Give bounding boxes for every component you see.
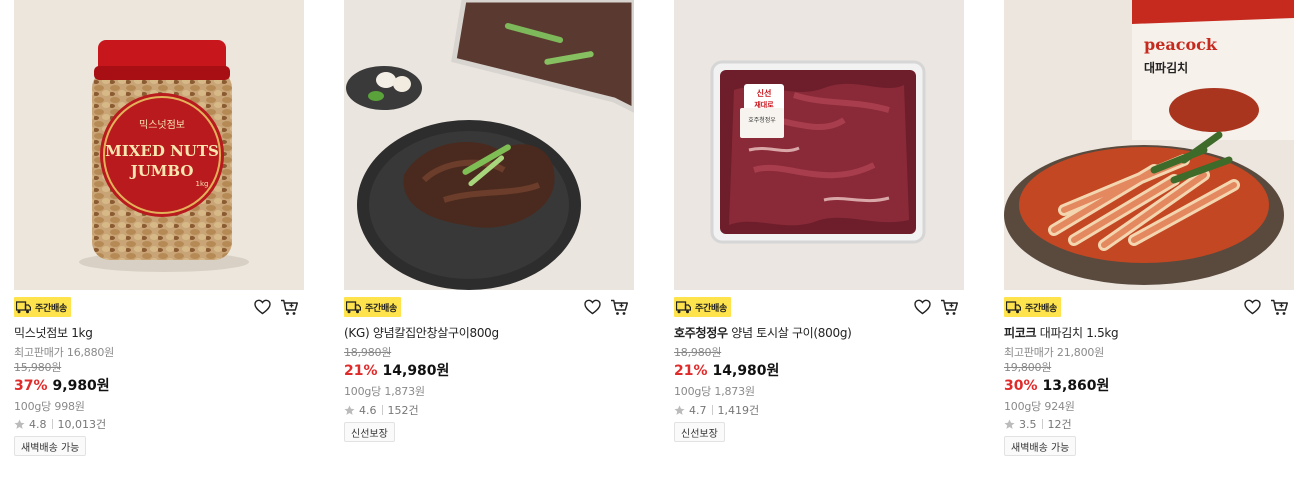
product-name[interactable]: 믹스넛점보 1kg [14, 324, 93, 341]
delivery-truck-icon [346, 300, 361, 313]
original-price: 18,980원 [344, 346, 392, 359]
cart-icon[interactable] [1270, 299, 1289, 316]
image-label: 1kg [196, 180, 209, 188]
price-value: 13,860원 [1042, 378, 1110, 394]
best-price-label: 최고판매가 21,800원 [1004, 346, 1105, 359]
image-label: 재대로 [754, 100, 774, 109]
sale-price: 37% 9,980원 [14, 375, 110, 395]
heart-icon[interactable] [254, 299, 271, 315]
service-tag: 신선보장 [344, 422, 395, 442]
price-value: 14,980원 [712, 363, 780, 379]
star-icon [674, 405, 685, 415]
discount-rate: 21% [674, 363, 708, 379]
heart-icon[interactable] [1244, 299, 1261, 315]
delivery-badge: 주간배송 [14, 297, 71, 317]
product-image[interactable]: 신선 재대로 호주청정우 [674, 0, 964, 290]
star-icon [344, 405, 355, 415]
product-name[interactable]: 호주청정우 양념 토시살 구이(800g) [674, 324, 852, 341]
review-count: 152건 [387, 404, 419, 417]
review-count: 10,013건 [57, 418, 107, 431]
delivery-badge: 주간배송 [1004, 297, 1061, 317]
sale-price: 21% 14,980원 [344, 360, 449, 380]
product-card[interactable]: 주간배송 (KG) 양념칼집안창살구이800g 18,980원 21% 14,98… [344, 0, 634, 442]
service-tag: 새벽배송 가능 [1004, 436, 1077, 456]
product-brand: 피코크 [1004, 326, 1037, 340]
service-tag: 신선보장 [674, 422, 725, 442]
price-value: 14,980원 [382, 363, 450, 379]
delivery-badge: 주간배송 [674, 297, 731, 317]
product-image[interactable]: peacock 대파김치 [1004, 0, 1294, 290]
delivery-truck-icon [16, 300, 31, 313]
badge-label: 주간배송 [1025, 303, 1057, 314]
heart-icon[interactable] [584, 299, 601, 315]
star-icon [1004, 419, 1015, 429]
image-label: 믹스넛점보 [139, 119, 185, 131]
product-name[interactable]: 피코크 대파김치 1.5kg [1004, 324, 1119, 341]
service-tag: 새벽배송 가능 [14, 436, 87, 456]
original-price: 18,980원 [674, 346, 722, 359]
image-label: peacock [1144, 35, 1218, 54]
product-card[interactable]: 믹스넛점보 MIXED NUTS JUMBO 1kg 주간배송 믹스넛점보 1k… [14, 0, 304, 456]
rating-value: 4.6 [359, 403, 377, 417]
badge-label: 주간배송 [35, 303, 67, 314]
sale-price: 30% 13,860원 [1004, 375, 1109, 395]
product-card[interactable]: 신선 재대로 호주청정우 주간배송 호주청정우 양념 토시살 구이(800g) … [674, 0, 964, 442]
image-label: MIXED NUTS [105, 142, 219, 160]
badge-label: 주간배송 [365, 303, 397, 314]
best-price-label: 최고판매가 16,880원 [14, 346, 115, 359]
rating[interactable]: 4.6 152건 [344, 402, 419, 418]
unit-price: 100g당 998원 [14, 400, 85, 413]
delivery-badge: 주간배송 [344, 297, 401, 317]
product-name[interactable]: (KG) 양념칼집안창살구이800g [344, 324, 499, 341]
original-price: 15,980원 [14, 361, 62, 374]
image-label: 신선 [757, 88, 772, 98]
product-card[interactable]: peacock 대파김치 주간배송 피코크 대파김치 1.5kg 최고판매가 2… [1004, 0, 1294, 456]
image-label: JUMBO [129, 162, 194, 180]
cart-icon[interactable] [940, 299, 959, 316]
rating-value: 4.8 [29, 417, 47, 431]
rating-value: 4.7 [689, 403, 707, 417]
image-label: 호주청정우 [748, 117, 776, 124]
product-image[interactable] [344, 0, 634, 290]
cart-icon[interactable] [280, 299, 299, 316]
discount-rate: 30% [1004, 378, 1038, 394]
image-label: 대파김치 [1144, 60, 1188, 75]
original-price: 19,800원 [1004, 361, 1052, 374]
discount-rate: 37% [14, 378, 48, 394]
rating-value: 3.5 [1019, 417, 1037, 431]
discount-rate: 21% [344, 363, 378, 379]
star-icon [14, 419, 25, 429]
rating[interactable]: 4.7 1,419건 [674, 402, 759, 418]
unit-price: 100g당 1,873원 [344, 385, 425, 398]
unit-price: 100g당 924원 [1004, 400, 1075, 413]
delivery-truck-icon [1006, 300, 1021, 313]
product-image[interactable]: 믹스넛점보 MIXED NUTS JUMBO 1kg [14, 0, 304, 290]
unit-price: 100g당 1,873원 [674, 385, 755, 398]
rating[interactable]: 3.5 12건 [1004, 416, 1072, 432]
cart-icon[interactable] [610, 299, 629, 316]
delivery-truck-icon [676, 300, 691, 313]
review-count: 12건 [1047, 418, 1072, 431]
rating[interactable]: 4.8 10,013건 [14, 416, 106, 432]
badge-label: 주간배송 [695, 303, 727, 314]
heart-icon[interactable] [914, 299, 931, 315]
sale-price: 21% 14,980원 [674, 360, 779, 380]
price-value: 9,980원 [52, 378, 110, 394]
product-brand: 호주청정우 [674, 326, 728, 340]
review-count: 1,419건 [717, 404, 760, 417]
